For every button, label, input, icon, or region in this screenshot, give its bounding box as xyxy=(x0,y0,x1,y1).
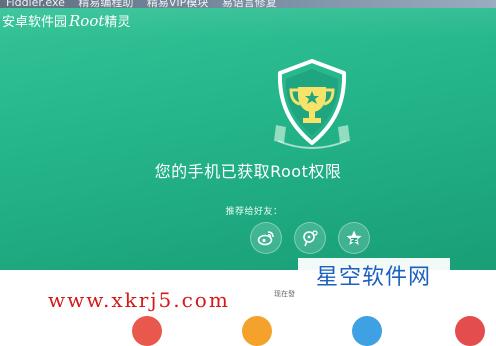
watermark-url: www.xkrj5.com xyxy=(48,288,230,312)
watermark-title: 星空软件网 xyxy=(316,265,432,290)
weibo-icon xyxy=(257,231,274,246)
share-label: 推荐给好友： xyxy=(225,207,283,217)
app-icon[interactable] xyxy=(132,316,162,346)
trophy-shield-icon xyxy=(274,59,350,149)
taskbar-item[interactable]: 易语言修复 xyxy=(222,0,277,8)
root-success-title: 您的手机已获取Root权限 xyxy=(154,162,342,181)
app-logo: 安卓软件园 Root精灵 xyxy=(2,11,130,30)
app-logo-root: Root xyxy=(69,12,105,30)
app-logo-suffix: 精灵 xyxy=(104,15,131,30)
tencent-weibo-icon xyxy=(303,230,318,247)
root-success-panel: 安卓软件园 Root精灵 您的手机已获取Root权限 推荐给好友： xyxy=(0,8,496,270)
taskbar-item[interactable]: 精易VIP模块 xyxy=(147,0,208,8)
app-icon[interactable] xyxy=(352,316,382,346)
share-tencent-button[interactable] xyxy=(294,222,326,254)
taskbar-item[interactable]: Fiddler.exe xyxy=(6,0,65,8)
taskbar-items: Fiddler.exe 精易编程助 精易VIP模块 易语言修复 xyxy=(6,0,287,8)
app-logo-prefix: 安卓软件园 xyxy=(2,15,68,30)
share-weibo-button[interactable] xyxy=(250,222,282,254)
qzone-star-icon xyxy=(346,230,362,245)
share-buttons xyxy=(250,222,372,254)
app-icon[interactable] xyxy=(455,316,485,346)
taskbar-item[interactable]: 精易编程助 xyxy=(78,0,133,8)
app-icon[interactable] xyxy=(242,316,272,346)
desktop-taskbar-strip: Fiddler.exe 精易编程助 精易VIP模块 易语言修复 xyxy=(0,0,496,8)
share-qzone-button[interactable] xyxy=(338,222,370,254)
